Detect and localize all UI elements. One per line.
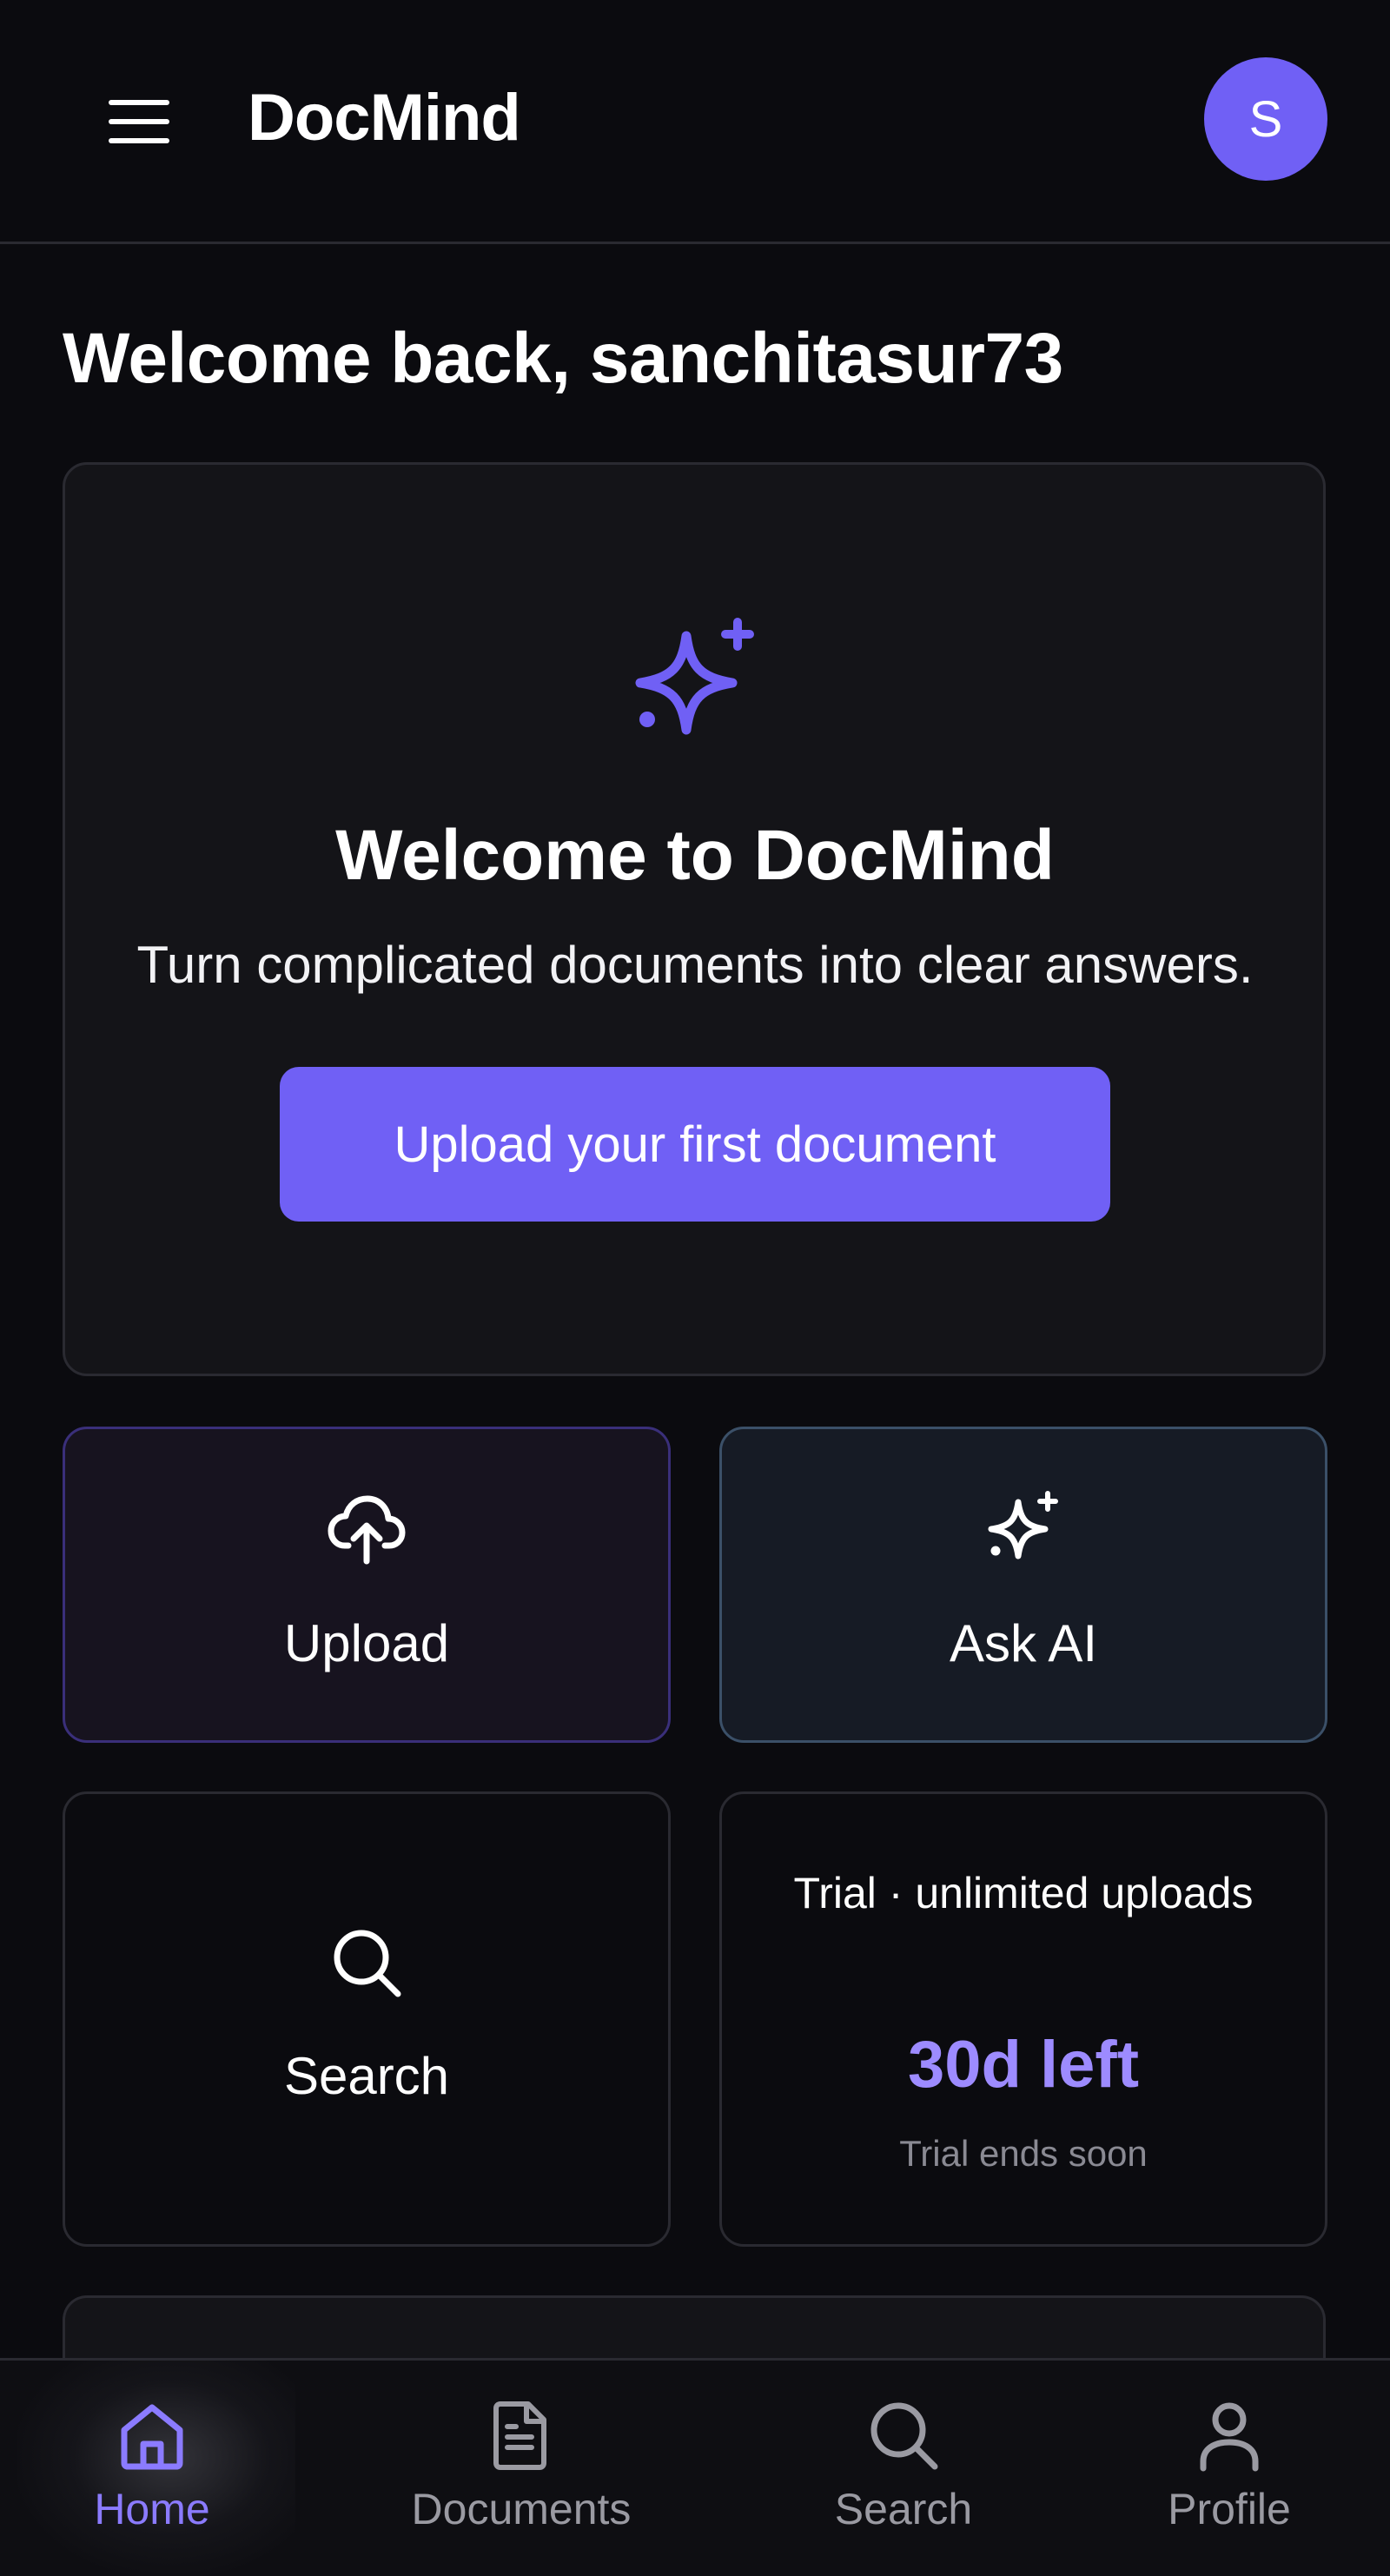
hero-title: Welcome to DocMind: [335, 816, 1055, 895]
search-tile-label: Search: [283, 2047, 450, 2105]
trial-note: Trial ends soon: [899, 2133, 1148, 2174]
upload-first-document-label: Upload your first document: [394, 1116, 996, 1173]
nav-documents-label: Documents: [411, 2485, 632, 2533]
welcome-heading: Welcome back, sanchitasur73: [63, 319, 1063, 398]
sparkles-icon: [988, 1491, 1058, 1560]
upload-tile[interactable]: Upload: [63, 1427, 671, 1743]
top-app-bar: DocMind S: [0, 0, 1390, 244]
avatar-initial: S: [1248, 90, 1283, 148]
ask-ai-tile-label: Ask AI: [949, 1614, 1098, 1672]
search-tile[interactable]: Search: [63, 1791, 671, 2247]
search-icon: [870, 2402, 938, 2470]
trial-status-card: Trial · unlimited uploads 30d left Trial…: [719, 1791, 1327, 2247]
document-icon: [493, 2401, 546, 2470]
bottom-navigation: Home Documents Search Profile: [0, 2358, 1390, 2576]
avatar-button[interactable]: S: [1204, 57, 1327, 181]
nav-home[interactable]: Home: [70, 2361, 235, 2576]
nav-profile[interactable]: Profile: [1138, 2361, 1320, 2576]
upload-first-document-button[interactable]: Upload your first document: [280, 1067, 1110, 1222]
home-icon: [121, 2404, 183, 2470]
nav-documents[interactable]: Documents: [382, 2361, 660, 2576]
upload-tile-label: Upload: [283, 1614, 450, 1672]
menu-button[interactable]: [96, 87, 182, 156]
trial-plan-text: Trial · unlimited uploads: [793, 1869, 1254, 1917]
nav-search-label: Search: [834, 2485, 973, 2533]
welcome-card: [63, 462, 1326, 1376]
trial-days-left: 30d left: [907, 2028, 1140, 2102]
sparkles-icon: [635, 618, 754, 735]
search-icon: [334, 1930, 401, 1997]
nav-search[interactable]: Search: [799, 2361, 1008, 2576]
nav-profile-label: Profile: [1168, 2485, 1291, 2533]
hamburger-menu-icon: [109, 100, 169, 143]
hero-subtitle: Turn complicated documents into clear an…: [136, 936, 1254, 994]
cloud-upload-icon: [328, 1495, 406, 1565]
app-title: DocMind: [248, 81, 521, 155]
ask-ai-tile[interactable]: Ask AI: [719, 1427, 1327, 1743]
nav-home-label: Home: [94, 2485, 210, 2533]
user-icon: [1200, 2402, 1259, 2472]
